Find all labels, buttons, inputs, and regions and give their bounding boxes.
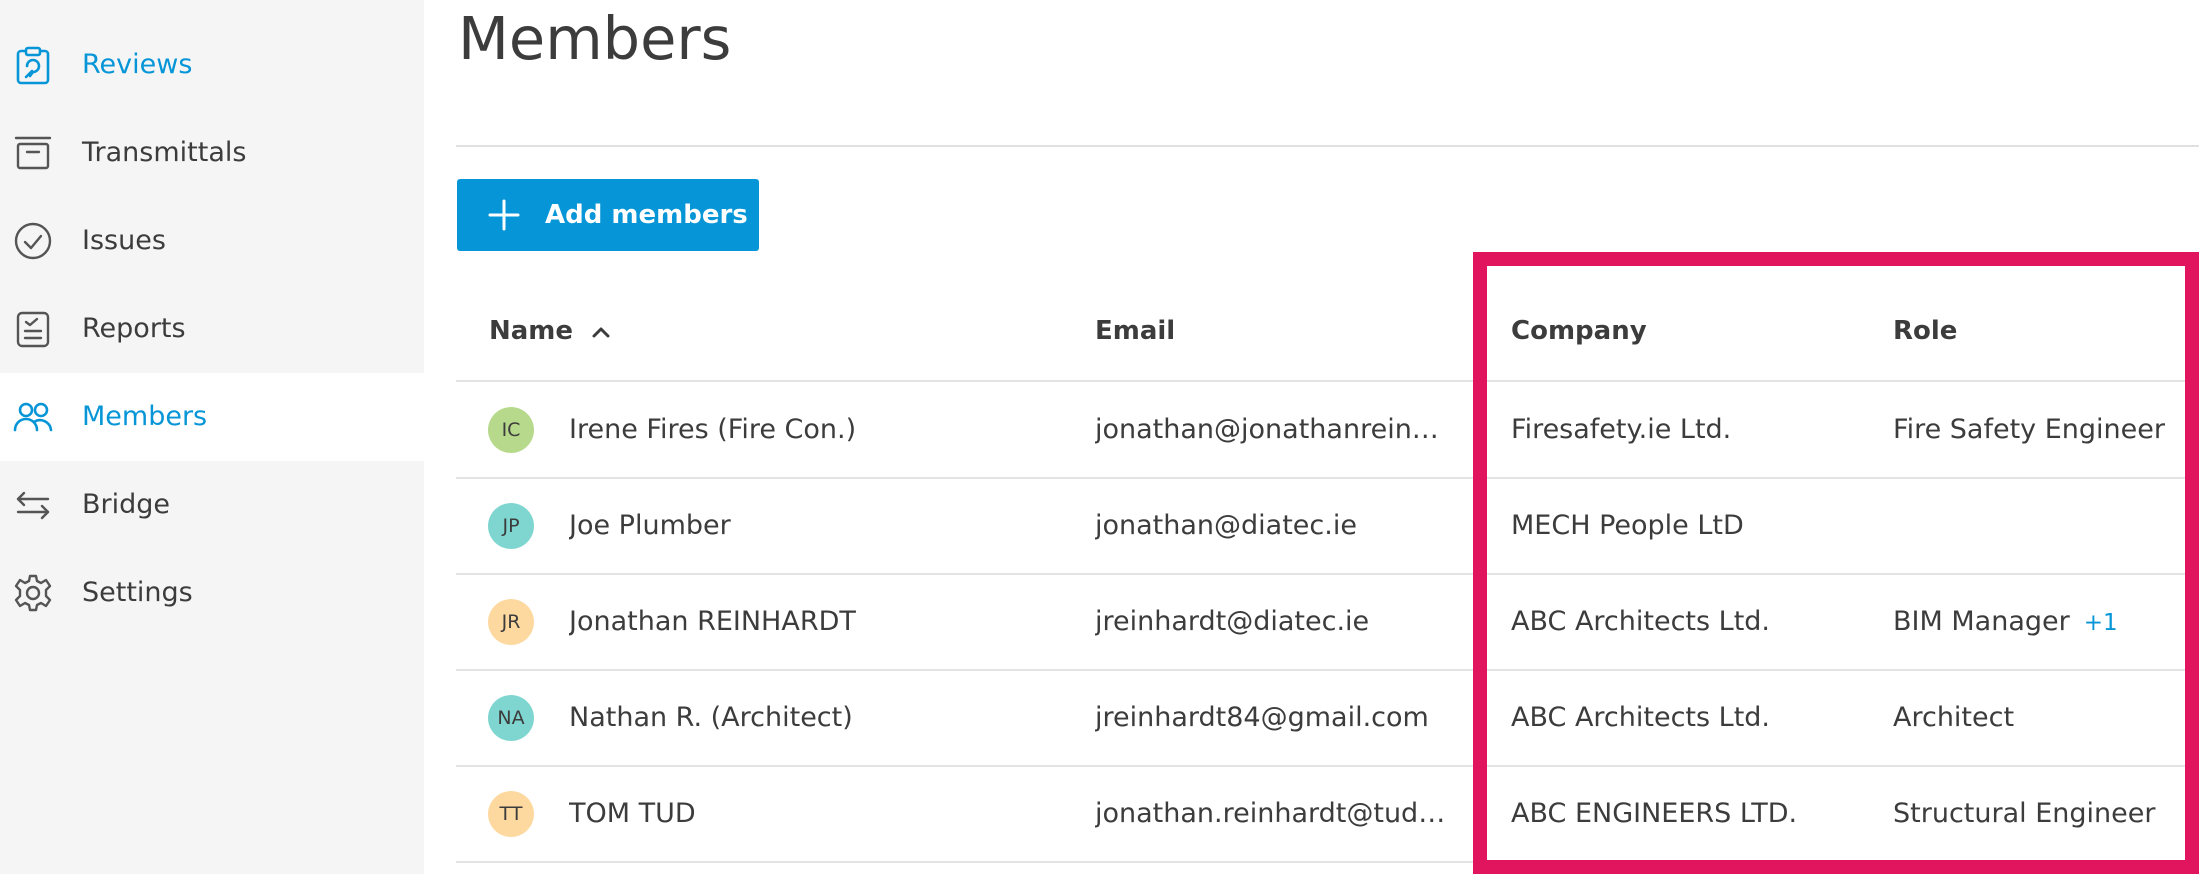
member-email: jreinhardt84@gmail.com [1095,702,1429,733]
sidebar-item-label: Transmittals [82,137,247,168]
sidebar-item-label: Bridge [82,489,171,520]
sidebar-item-label: Reports [82,313,186,344]
report-clipboard-icon [11,307,55,351]
member-company: Firesafety.ie Ltd. [1511,414,1732,445]
column-header-role[interactable]: Role [1893,306,1957,356]
header-divider [456,145,2199,147]
plus-icon [488,199,520,231]
sidebar-item-members[interactable]: Members [0,373,424,461]
swap-arrows-icon [11,483,55,527]
member-name: TOM TUD [569,798,696,829]
member-company: ABC Architects Ltd. [1511,702,1771,733]
sidebar-item-label: Reviews [82,49,193,80]
archive-box-icon [11,131,55,175]
member-email: jreinhardt@diatec.ie [1095,606,1370,637]
avatar: JP [488,503,534,549]
avatar: JR [488,599,534,645]
row-divider [456,861,2199,863]
member-name: Irene Fires (Fire Con.) [569,414,857,445]
role-text: Structural Engineer [1893,798,2156,829]
sidebar-item-label: Members [82,401,208,432]
table-row[interactable]: TT TOM TUD jonathan.reinhardt@tud… ABC E… [456,767,2199,861]
add-members-label: Add members [545,200,748,230]
sidebar-item-settings[interactable]: Settings [0,549,424,637]
role-text: BIM Manager [1893,606,2070,637]
sidebar-item-reports[interactable]: Reports [0,285,424,373]
table-row[interactable]: JP Joe Plumber jonathan@diatec.ie MECH P… [456,479,2199,573]
check-circle-icon [11,219,55,263]
member-email: jonathan@jonathanrein… [1095,414,1439,445]
avatar: NA [488,695,534,741]
avatar: IC [488,407,534,453]
people-icon [11,395,55,439]
member-email: jonathan@diatec.ie [1095,510,1357,541]
additional-roles-link[interactable]: +1 [2084,610,2118,636]
sidebar-item-reviews[interactable]: Reviews [0,21,424,109]
add-members-button[interactable]: Add members [457,179,759,251]
column-header-name[interactable]: Name [489,306,573,356]
sort-ascending-icon[interactable] [589,320,613,344]
role-text: Architect [1893,702,2015,733]
member-email: jonathan.reinhardt@tud… [1095,798,1446,829]
role-text: Fire Safety Engineer [1893,414,2165,445]
table-row[interactable]: NA Nathan R. (Architect) jreinhardt84@gm… [456,671,2199,765]
member-company: MECH People LtD [1511,510,1744,541]
table-row[interactable]: JR Jonathan REINHARDT jreinhardt@diatec.… [456,575,2199,669]
column-header-email[interactable]: Email [1095,306,1175,356]
table-row[interactable]: IC Irene Fires (Fire Con.) jonathan@jona… [456,383,2199,477]
member-role: Fire Safety Engineer [1893,383,2199,477]
members-page: Reviews Transmittals Issues Reports Memb… [0,0,2199,874]
sidebar-item-label: Settings [82,577,193,608]
member-role: Structural Engineer [1893,767,2199,861]
avatar: TT [488,791,534,837]
clipboard-check-icon [11,43,55,87]
sidebar-item-issues[interactable]: Issues [0,197,424,285]
member-role: BIM Manager +1 [1893,575,2199,670]
member-name: Joe Plumber [569,510,731,541]
page-title: Members [458,4,732,73]
member-company: ABC Architects Ltd. [1511,606,1771,637]
sidebar-item-label: Issues [82,225,166,256]
gear-icon [11,571,55,615]
member-role: Architect [1893,671,2199,765]
sidebar-item-bridge[interactable]: Bridge [0,461,424,549]
member-name: Jonathan REINHARDT [569,606,856,637]
member-name: Nathan R. (Architect) [569,702,853,733]
column-header-company[interactable]: Company [1511,306,1647,356]
sidebar-item-transmittals[interactable]: Transmittals [0,109,424,197]
member-company: ABC ENGINEERS LTD. [1511,798,1798,829]
header-row-divider [456,380,2199,382]
sidebar: Reviews Transmittals Issues Reports Memb… [0,0,424,874]
